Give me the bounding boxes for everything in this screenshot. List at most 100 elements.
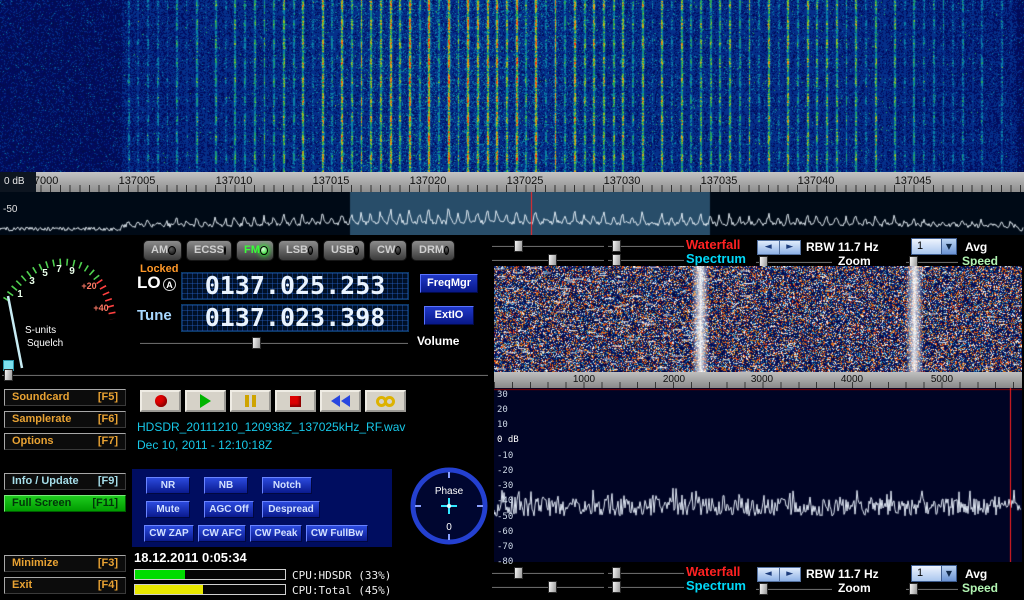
- slider-thumb[interactable]: [612, 254, 621, 266]
- button-label: Full Screen: [12, 496, 71, 511]
- exit-button[interactable]: Exit[F4]: [4, 577, 126, 594]
- freq-tick-label: 137010: [216, 175, 253, 187]
- rf-spectrum-display[interactable]: [0, 192, 1024, 235]
- avg-value: 1: [912, 566, 941, 581]
- avg2-label: Avg: [965, 567, 987, 581]
- af-spectrum-display[interactable]: [494, 388, 1022, 562]
- chevron-down-icon[interactable]: ▼: [941, 239, 956, 254]
- smeter-tick-label: 5: [42, 268, 48, 279]
- mode-button-drm[interactable]: DRM: [411, 240, 455, 261]
- tune-frequency-display[interactable]: 0137.023.398: [181, 304, 409, 332]
- slider-thumb[interactable]: [612, 240, 621, 252]
- wf-brightness-slider[interactable]: [492, 240, 604, 252]
- mode-led-icon: [354, 246, 359, 255]
- sp2-range-slider[interactable]: [492, 581, 604, 593]
- spin-left-icon[interactable]: ◄: [758, 568, 780, 581]
- af-gain-slider-track[interactable]: [2, 374, 488, 376]
- extio-button[interactable]: ExtIO: [424, 306, 474, 325]
- af-tick-label: 2000: [663, 374, 685, 386]
- mode-button-usb[interactable]: USB: [323, 240, 365, 261]
- sp-offset-slider[interactable]: [608, 254, 684, 266]
- agc-button[interactable]: AGC Off: [204, 501, 254, 518]
- record-button[interactable]: [140, 390, 181, 412]
- wf-contrast-slider[interactable]: [608, 240, 684, 252]
- slider-thumb[interactable]: [759, 583, 768, 595]
- loop-button[interactable]: [365, 390, 406, 412]
- avg2-dropdown[interactable]: 1▼: [911, 565, 957, 582]
- wf2-brightness-slider[interactable]: [492, 567, 604, 579]
- cw-peak-button[interactable]: CW Peak: [250, 525, 302, 542]
- af2-waterfall-label[interactable]: Waterfall: [686, 565, 740, 579]
- volume-slider[interactable]: [140, 337, 408, 349]
- pause-button[interactable]: [230, 390, 271, 412]
- slider-thumb[interactable]: [612, 567, 621, 579]
- sp2-offset-slider[interactable]: [608, 581, 684, 593]
- chevron-down-icon[interactable]: ▼: [941, 566, 956, 581]
- cpu-total-meter: [134, 584, 286, 595]
- fullscreen-button[interactable]: Full Screen[F11]: [4, 495, 126, 512]
- despread-button[interactable]: Despread: [262, 501, 320, 518]
- button-hotkey: [F6]: [98, 412, 118, 427]
- cw-afc-button[interactable]: CW AFC: [198, 525, 246, 542]
- freqmgr-button[interactable]: FreqMgr: [420, 274, 478, 293]
- button-label: Exit: [12, 578, 32, 593]
- mute-button[interactable]: Mute: [146, 501, 190, 518]
- af-waterfall-label[interactable]: Waterfall: [686, 238, 740, 252]
- cw-zap-button[interactable]: CW ZAP: [144, 525, 194, 542]
- minimize-button[interactable]: Minimize[F3]: [4, 555, 126, 572]
- mode-button-ecss[interactable]: ECSS: [186, 240, 232, 261]
- speed2-slider[interactable]: [906, 583, 958, 595]
- af-gain-slider[interactable]: [2, 369, 488, 381]
- button-hotkey: [F7]: [98, 434, 118, 449]
- info-update-button[interactable]: Info / Update[F9]: [4, 473, 126, 490]
- mode-button-am[interactable]: AM: [143, 240, 182, 261]
- avg-dropdown[interactable]: 1▼: [911, 238, 957, 255]
- slider-thumb[interactable]: [548, 581, 557, 593]
- af-gain-slider-thumb[interactable]: [4, 369, 13, 381]
- af-spectrum-label[interactable]: Spectrum: [686, 252, 746, 266]
- rbw-spinner[interactable]: ◄►: [757, 240, 801, 255]
- cw-fullbw-button[interactable]: CW FullBw: [306, 525, 368, 542]
- soundcard-button[interactable]: Soundcard[F5]: [4, 389, 126, 406]
- nb-button[interactable]: NB: [204, 477, 248, 494]
- slider-thumb[interactable]: [612, 581, 621, 593]
- cpu-total-fill: [135, 585, 203, 594]
- mode-button-fm[interactable]: FM: [236, 240, 274, 261]
- mode-led-icon: [308, 246, 313, 255]
- lo-lock-badge[interactable]: A: [163, 278, 176, 291]
- options-button[interactable]: Options[F7]: [4, 433, 126, 450]
- zoom2-slider[interactable]: [756, 583, 832, 595]
- volume-slider-thumb[interactable]: [252, 337, 261, 349]
- af-db-axis: 30 20 10 0 dB -10 -20 -30 -40 -50 -60 -7…: [497, 390, 537, 562]
- mode-button-cw[interactable]: CW: [369, 240, 407, 261]
- button-hotkey: [F3]: [98, 556, 118, 571]
- notch-button[interactable]: Notch: [262, 477, 312, 494]
- rewind-button[interactable]: [320, 390, 361, 412]
- sp-range-slider[interactable]: [492, 254, 604, 266]
- af-waterfall-display[interactable]: [494, 266, 1022, 372]
- slider-thumb[interactable]: [514, 567, 523, 579]
- spin-right-icon[interactable]: ►: [780, 241, 801, 254]
- pause-icon: [252, 395, 256, 407]
- mode-led-icon: [395, 246, 401, 255]
- cpu-hdsdr-meter: [134, 569, 286, 580]
- stop-button[interactable]: [275, 390, 316, 412]
- slider-thumb[interactable]: [514, 240, 523, 252]
- rf-waterfall-display[interactable]: [0, 0, 1024, 172]
- af-frequency-scale[interactable]: 1000 2000 3000 4000 5000: [494, 372, 1022, 388]
- rf-frequency-scale[interactable]: 137000 137005 137010 137015 137020 13702…: [0, 172, 1024, 192]
- spin-left-icon[interactable]: ◄: [758, 241, 780, 254]
- wf2-contrast-slider[interactable]: [608, 567, 684, 579]
- rbw2-spinner[interactable]: ◄►: [757, 567, 801, 582]
- samplerate-button[interactable]: Samplerate[F6]: [4, 411, 126, 428]
- nr-button[interactable]: NR: [146, 477, 190, 494]
- freq-tick-label: 137005: [119, 175, 156, 187]
- play-button[interactable]: [185, 390, 226, 412]
- spin-right-icon[interactable]: ►: [780, 568, 801, 581]
- af2-spectrum-label[interactable]: Spectrum: [686, 579, 746, 593]
- lo-frequency-display[interactable]: 0137.025.253: [181, 272, 409, 300]
- slider-thumb[interactable]: [548, 254, 557, 266]
- volume-slider-track[interactable]: [140, 342, 408, 344]
- mode-button-lsb[interactable]: LSB: [278, 240, 319, 261]
- slider-thumb[interactable]: [909, 583, 918, 595]
